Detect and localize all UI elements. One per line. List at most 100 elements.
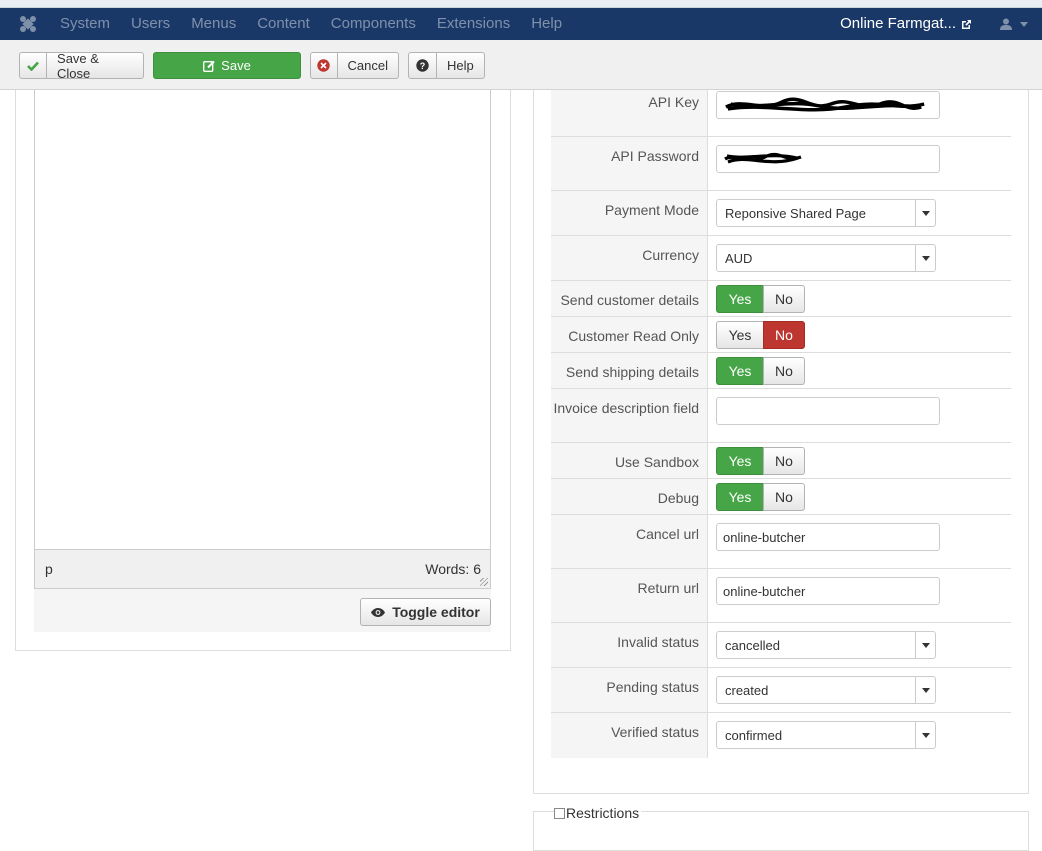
restrictions-legend[interactable]: Restrictions: [554, 805, 642, 821]
chevron-down-icon: [915, 245, 935, 271]
toggle-editor-label: Toggle editor: [392, 604, 480, 620]
return-url-input[interactable]: online-butcher: [716, 577, 940, 605]
eye-icon: [371, 607, 386, 617]
row-customer-read-only: Customer Read Only Yes No: [551, 317, 1011, 353]
label-payment-mode: Payment Mode: [551, 191, 708, 235]
cancel-button[interactable]: Cancel: [310, 52, 399, 79]
window-top-strip: [0, 0, 1042, 8]
row-currency: Currency AUD: [551, 236, 1011, 281]
customer-read-only-no[interactable]: No: [763, 321, 805, 349]
joomla-logo-icon[interactable]: [18, 14, 38, 34]
save-close-button[interactable]: Save & Close: [19, 50, 144, 81]
send-customer-details-no[interactable]: No: [763, 285, 805, 313]
send-shipping-details-no[interactable]: No: [763, 357, 805, 385]
cancel-icon: [311, 53, 338, 78]
row-payment-mode: Payment Mode Reponsive Shared Page: [551, 191, 1011, 236]
menu-system[interactable]: System: [60, 8, 110, 40]
redaction-scribble: [725, 97, 925, 112]
currency-select[interactable]: AUD: [716, 244, 936, 272]
use-sandbox-yes[interactable]: Yes: [716, 447, 764, 475]
editor-area[interactable]: p Words: 6: [34, 90, 491, 589]
invoice-description-input[interactable]: [716, 397, 940, 425]
send-customer-details-yes[interactable]: Yes: [716, 285, 764, 313]
chevron-down-icon: [915, 722, 935, 748]
label-send-customer-details: Send customer details: [551, 281, 708, 316]
menu-menus[interactable]: Menus: [191, 8, 236, 40]
send-shipping-details-yes[interactable]: Yes: [716, 357, 764, 385]
currency-value: AUD: [725, 250, 753, 266]
svg-text:?: ?: [420, 61, 426, 71]
row-send-shipping-details: Send shipping details Yes No: [551, 353, 1011, 389]
row-invalid-status: Invalid status cancelled: [551, 623, 1011, 668]
external-link-icon: [962, 19, 971, 29]
debug-toggle: Yes No: [716, 483, 805, 511]
label-customer-read-only: Customer Read Only: [551, 317, 708, 352]
cancel-url-input[interactable]: online-butcher: [716, 523, 940, 551]
admin-navbar: System Users Menus Content Components Ex…: [0, 8, 1042, 40]
invalid-status-value: cancelled: [725, 637, 780, 653]
edit-icon: [203, 60, 215, 72]
label-verified-status: Verified status: [551, 713, 708, 758]
site-name: Online Farmgat...: [840, 15, 956, 32]
label-send-shipping-details: Send shipping details: [551, 353, 708, 388]
caret-down-icon: [1020, 21, 1028, 27]
label-invalid-status: Invalid status: [551, 623, 708, 667]
menu-extensions[interactable]: Extensions: [437, 8, 510, 40]
element-path[interactable]: p: [45, 561, 53, 577]
row-return-url: Return url online-butcher: [551, 569, 1011, 623]
payment-mode-value: Reponsive Shared Page: [725, 205, 866, 221]
label-use-sandbox: Use Sandbox: [551, 443, 708, 478]
chevron-down-icon: [915, 200, 935, 226]
invalid-status-select[interactable]: cancelled: [716, 631, 936, 659]
verified-status-select[interactable]: confirmed: [716, 721, 936, 749]
label-api-key: API Key: [551, 90, 708, 136]
row-invoice-description: Invoice description field: [551, 389, 1011, 443]
save-close-label: Save & Close: [57, 50, 99, 81]
use-sandbox-no[interactable]: No: [763, 447, 805, 475]
word-count: Words: 6: [425, 561, 481, 577]
debug-no[interactable]: No: [763, 483, 805, 511]
label-currency: Currency: [551, 236, 708, 280]
editor-statusbar: p Words: 6: [35, 549, 490, 588]
row-send-customer-details: Send customer details Yes No: [551, 281, 1011, 317]
label-pending-status: Pending status: [551, 668, 708, 712]
question-icon: ?: [409, 53, 437, 78]
chevron-down-icon: [915, 632, 935, 658]
label-return-url: Return url: [551, 569, 708, 622]
row-cancel-url: Cancel url online-butcher: [551, 515, 1011, 569]
user-menu[interactable]: [1000, 8, 1028, 40]
user-icon: [1000, 18, 1012, 30]
label-cancel-url: Cancel url: [551, 515, 708, 568]
redaction-scribble: [724, 152, 802, 164]
resize-handle-icon[interactable]: [480, 578, 488, 586]
save-button[interactable]: Save: [153, 52, 301, 79]
customer-read-only-yes[interactable]: Yes: [716, 321, 764, 349]
send-customer-details-toggle: Yes No: [716, 285, 805, 313]
cancel-label: Cancel: [347, 58, 388, 73]
payment-config-form: API Key API Password Payment Mode Repons…: [551, 90, 1011, 758]
verified-status-value: confirmed: [725, 727, 783, 743]
payment-mode-select[interactable]: Reponsive Shared Page: [716, 199, 936, 227]
site-link[interactable]: Online Farmgat...: [840, 8, 972, 40]
chevron-down-icon: [915, 677, 935, 703]
menu-users[interactable]: Users: [131, 8, 170, 40]
save-label: Save: [221, 58, 251, 73]
help-button[interactable]: ? Help: [408, 52, 485, 79]
api-key-input[interactable]: [716, 91, 940, 119]
checkmark-icon: [20, 53, 48, 78]
row-api-key: API Key: [551, 90, 1011, 137]
menu-content[interactable]: Content: [257, 8, 310, 40]
menu-help[interactable]: Help: [531, 8, 562, 40]
debug-yes[interactable]: Yes: [716, 483, 764, 511]
api-password-input[interactable]: [716, 145, 940, 173]
row-verified-status: Verified status confirmed: [551, 713, 1011, 758]
pending-status-value: created: [725, 682, 769, 698]
pending-status-select[interactable]: created: [716, 676, 936, 704]
row-debug: Debug Yes No: [551, 479, 1011, 515]
menu-components[interactable]: Components: [331, 8, 416, 40]
toggle-editor-button[interactable]: Toggle editor: [360, 598, 491, 626]
use-sandbox-toggle: Yes No: [716, 447, 805, 475]
row-use-sandbox: Use Sandbox Yes No: [551, 443, 1011, 479]
help-label: Help: [447, 58, 474, 73]
restrictions-checkbox[interactable]: [554, 807, 565, 819]
